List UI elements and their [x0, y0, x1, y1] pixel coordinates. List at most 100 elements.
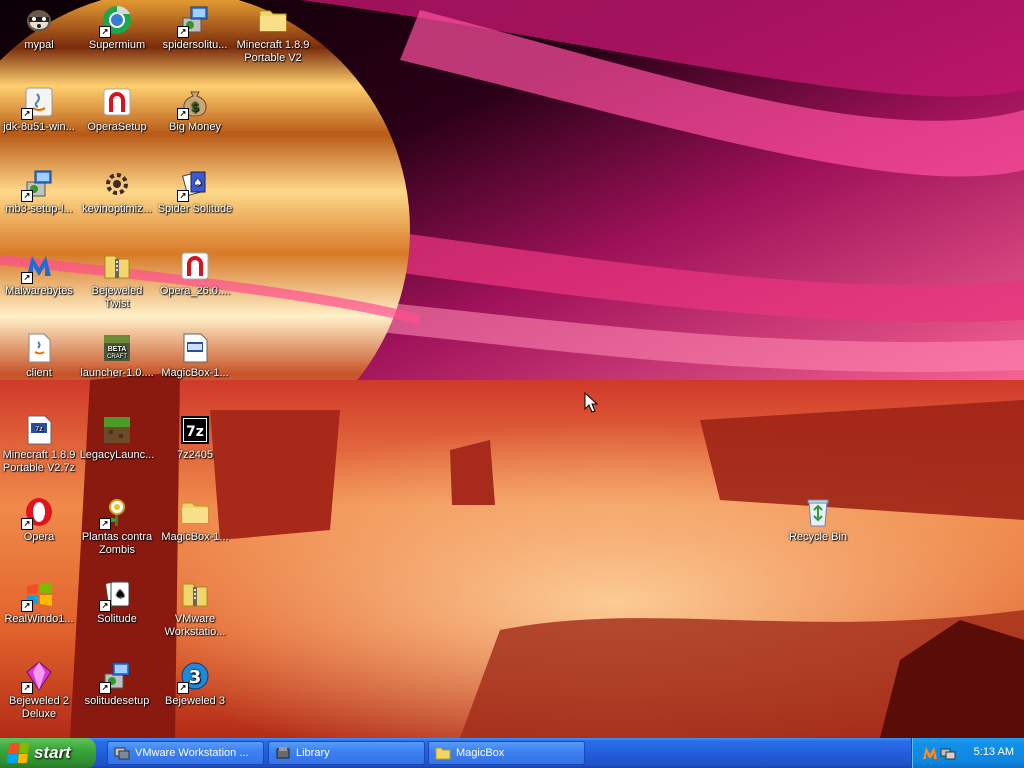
desktop-icon-recycle-bin[interactable]: Recycle Bin [779, 496, 857, 544]
malwarebytes-tray-icon[interactable] [922, 745, 938, 764]
taskbar-item-magicbox[interactable]: MagicBox [428, 741, 585, 765]
svg-text:$: $ [191, 100, 199, 114]
shortcut-arrow-icon: ↗ [21, 600, 33, 612]
minecraft-beta-icon: BETA CRAFT [101, 332, 133, 364]
shortcut-arrow-icon: ↗ [21, 272, 33, 284]
vmware-icon [114, 745, 130, 761]
desktop-icon-magicbox-exe[interactable]: MagicBox-1... [156, 332, 234, 380]
svg-text:CRAFT: CRAFT [107, 354, 127, 360]
desktop-icon-jdk[interactable]: ↗ jdk-8u51-win... [0, 86, 78, 134]
plant-icon: ↗ [99, 496, 133, 530]
installer-icon: ↗ [21, 168, 55, 202]
desktop-icon-legacylauncher[interactable]: LegacyLaunc... [78, 414, 156, 462]
java-icon: ↗ [21, 86, 55, 120]
svg-text:♠: ♠ [194, 178, 203, 189]
desktop-icon-bejeweled-2[interactable]: ↗ Bejeweled 2 Deluxe [0, 660, 78, 721]
taskbar-item-vmware[interactable]: VMware Workstation ... [107, 741, 264, 765]
desktop-icon-magicbox-folder[interactable]: MagicBox-1... [156, 496, 234, 544]
java-file-icon [23, 332, 55, 364]
desktop-icon-plantas-contra-zombis[interactable]: ↗ Plantas contra Zombis [78, 496, 156, 557]
library-icon [275, 745, 291, 761]
desktop-icon-label: LegacyLaunc... [79, 449, 155, 461]
desktop-icon-supermium[interactable]: ↗ Supermium [78, 4, 156, 52]
desktop-icon-minecraft-portable[interactable]: Minecraft 1.8.9 Portable V2 [234, 4, 312, 65]
desktop-icon-opera-installer[interactable]: Opera_26.0.... [156, 250, 234, 298]
desktop-icon-operasetup[interactable]: OperaSetup [78, 86, 156, 134]
folder-icon [435, 745, 451, 761]
exe-file-icon [179, 332, 211, 364]
desktop-icon-solitude[interactable]: ♠ ↗ Solitude [78, 578, 156, 626]
recycle-bin-icon [802, 496, 834, 528]
taskbar: start VMware Workstation ... Library Mag… [0, 738, 1024, 768]
desktop-icon-label: launcher-1.0.... [80, 367, 154, 379]
desktop-icon-label: spidersolitu... [162, 39, 228, 51]
opera-icon: ↗ [21, 496, 55, 530]
desktop-icon-solitudesetup[interactable]: ↗ solitudesetup [78, 660, 156, 708]
folder-icon [179, 496, 211, 528]
desktop-icon-label: jdk-8u51-win... [3, 121, 75, 133]
svg-text:3: 3 [189, 667, 202, 688]
desktop-icon-label: Spider Solitude [157, 203, 233, 215]
desktop-icon-spider-solitude[interactable]: ♠ ↗ Spider Solitude [156, 168, 234, 216]
windows-icon: ↗ [21, 578, 55, 612]
desktop-icon-label: OperaSetup [87, 121, 147, 133]
cards-icon: ♠ ↗ [99, 578, 133, 612]
svg-text:BETA: BETA [108, 346, 127, 353]
installer-icon: ↗ [99, 660, 133, 694]
desktop-icon-label: MagicBox-1... [161, 367, 229, 379]
desktop-icon-label: Opera [23, 531, 55, 543]
start-button[interactable]: start [0, 738, 96, 768]
shortcut-arrow-icon: ↗ [177, 108, 189, 120]
desktop-icon-malwarebytes[interactable]: ↗ Malwarebytes [0, 250, 78, 298]
shortcut-arrow-icon: ↗ [99, 26, 111, 38]
desktop-icon-label: solitudesetup [84, 695, 150, 707]
desktop-icon-label: Bejeweled Twist [91, 285, 143, 310]
shortcut-arrow-icon: ↗ [177, 190, 189, 202]
taskbar-item-label: VMware Workstation ... [135, 747, 249, 759]
desktop-icon-label: 7z2405 [176, 449, 214, 461]
zip-icon [179, 578, 211, 610]
minecraft-block-icon [101, 414, 133, 446]
svg-text:7z: 7z [35, 426, 43, 433]
desktop-icon-bejeweled-twist[interactable]: Bejeweled Twist [78, 250, 156, 311]
desktop-icon-label: Bejeweled 3 [165, 695, 225, 707]
clock[interactable]: 5:13 AM [974, 746, 1014, 758]
supermium-icon: ↗ [99, 4, 133, 38]
desktop-icon-label: RealWindo1... [4, 613, 74, 625]
opera-installer-icon [179, 250, 211, 282]
archive-file-icon: 7z [23, 414, 55, 446]
shortcut-arrow-icon: ↗ [99, 518, 111, 530]
desktop-icon-launcher[interactable]: BETA CRAFT launcher-1.0.... [78, 332, 156, 380]
shortcut-arrow-icon: ↗ [21, 518, 33, 530]
desktop-icon-7z2405[interactable]: 7z 7z2405 [156, 414, 234, 462]
desktop-icon-vmware-workstation[interactable]: VMware Workstatio... [156, 578, 234, 639]
desktop-icon-label: mb3-setup-l... [5, 203, 73, 215]
shortcut-arrow-icon: ↗ [21, 108, 33, 120]
installer-icon: ↗ [177, 4, 211, 38]
desktop-icon-realwindows[interactable]: ↗ RealWindo1... [0, 578, 78, 626]
shortcut-arrow-icon: ↗ [177, 26, 189, 38]
desktop-icon-label: Solitude [97, 613, 137, 625]
desktop-icon-bejeweled-3[interactable]: 3 ↗ Bejeweled 3 [156, 660, 234, 708]
svg-text:7z: 7z [186, 424, 204, 440]
desktop-icon-mypal[interactable]: mypal [0, 4, 78, 52]
desktop-icon-spidersolitaire-setup[interactable]: ↗ spidersolitu... [156, 4, 234, 52]
network-tray-icon[interactable] [940, 745, 956, 764]
shortcut-arrow-icon: ↗ [177, 682, 189, 694]
desktop-icon-label: Opera_26.0.... [159, 285, 231, 297]
desktop-icon-client[interactable]: client [0, 332, 78, 380]
raccoon-icon [23, 4, 55, 36]
desktop-icon-label: MagicBox-1... [161, 531, 229, 543]
gem-3-icon: 3 ↗ [177, 660, 211, 694]
gear-icon [101, 168, 133, 200]
taskbar-item-label: MagicBox [456, 747, 505, 759]
desktop-icon-big-money[interactable]: $ ↗ Big Money [156, 86, 234, 134]
shortcut-arrow-icon: ↗ [21, 190, 33, 202]
desktop-icon-label: Minecraft 1.8.9 Portable V2.7z [2, 449, 76, 474]
taskbar-item-library[interactable]: Library [268, 741, 425, 765]
desktop-icon-mb3-setup[interactable]: ↗ mb3-setup-l... [0, 168, 78, 216]
desktop-icon-label: Minecraft 1.8.9 Portable V2 [236, 39, 310, 64]
desktop-icon-kevinoptimizer[interactable]: kevinoptimiz... [78, 168, 156, 216]
desktop-icon-minecraft-7z[interactable]: 7z Minecraft 1.8.9 Portable V2.7z [0, 414, 78, 475]
desktop-icon-opera[interactable]: ↗ Opera [0, 496, 78, 544]
